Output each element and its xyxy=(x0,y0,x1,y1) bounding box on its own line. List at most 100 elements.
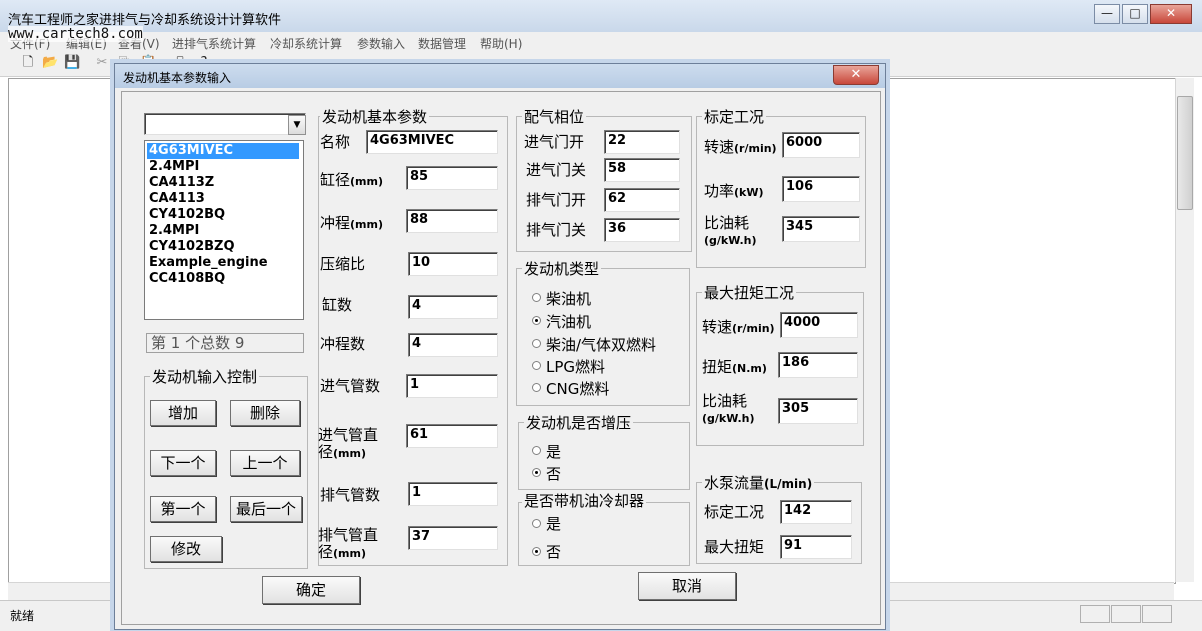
exhaust-count-label: 排气管数 xyxy=(320,486,381,504)
engine-type-option[interactable]: 汽油机 xyxy=(546,311,591,332)
engine-type-option[interactable]: LPG燃料 xyxy=(546,356,605,377)
rated-label: 标定工况 xyxy=(702,106,767,127)
list-item[interactable]: CY4102BZQ xyxy=(147,239,299,255)
open-folder-icon[interactable]: 📂 xyxy=(42,55,58,71)
list-item[interactable]: CA4113Z xyxy=(147,175,299,191)
pump-rated-field[interactable]: 142 xyxy=(780,500,852,524)
mt-speed-label: 转速(r/min) xyxy=(702,318,775,336)
engine-type-radio[interactable] xyxy=(532,361,541,370)
evc-label: 排气门关 xyxy=(526,221,587,239)
cancel-button[interactable]: 取消 xyxy=(638,572,736,600)
list-item[interactable]: 2.4MPI xyxy=(147,159,299,175)
watermark: www.cartech8.com xyxy=(8,26,143,42)
vertical-scroll-thumb[interactable] xyxy=(1177,96,1193,210)
status-cell xyxy=(1111,605,1141,623)
name-field[interactable]: 4G63MIVEC xyxy=(366,130,498,154)
new-file-icon[interactable]: 🗋 xyxy=(20,55,36,71)
rated-speed-label: 转速(r/min) xyxy=(704,138,777,156)
engine-type-option[interactable]: 柴油/气体双燃料 xyxy=(546,334,656,355)
status-cell xyxy=(1080,605,1110,623)
mt-speed-field[interactable]: 4000 xyxy=(780,312,858,338)
ivo-label: 进气门开 xyxy=(524,133,585,151)
menu-intake-exhaust[interactable]: 进排气系统计算 xyxy=(172,35,256,52)
evc-field[interactable]: 36 xyxy=(604,218,680,242)
oil-cooler-yes-label[interactable]: 是 xyxy=(546,513,561,534)
engine-params-dialog: 发动机基本参数输入 ✕ ▼ 4G63MIVEC 2.4MPI CA4113Z CA41… xyxy=(114,63,886,630)
next-button[interactable]: 下一个 xyxy=(150,450,216,476)
add-button[interactable]: 增加 xyxy=(150,400,216,426)
bore-field[interactable]: 85 xyxy=(406,166,498,190)
exhaust-count-field[interactable]: 1 xyxy=(408,482,498,506)
engine-type-radio[interactable] xyxy=(532,316,541,325)
prev-button[interactable]: 上一个 xyxy=(230,450,300,476)
ok-button[interactable]: 确定 xyxy=(262,576,360,604)
list-item[interactable]: CA4113 xyxy=(147,191,299,207)
menu-cooling[interactable]: 冷却系统计算 xyxy=(270,35,342,52)
mt-bsfc-field[interactable]: 305 xyxy=(778,398,858,424)
bore-label: 缸径(mm) xyxy=(320,171,383,189)
save-icon[interactable]: 💾 xyxy=(64,55,80,71)
delete-button[interactable]: 删除 xyxy=(230,400,300,426)
dialog-close-button[interactable]: ✕ xyxy=(833,65,879,85)
turbo-yes-radio[interactable] xyxy=(532,446,541,455)
cut-icon[interactable]: ✂ xyxy=(94,55,110,71)
list-item[interactable]: 4G63MIVEC xyxy=(147,143,299,159)
oil-cooler-label: 是否带机油冷却器 xyxy=(522,490,647,511)
close-button[interactable]: ✕ xyxy=(1150,4,1192,24)
engine-listbox[interactable]: 4G63MIVEC 2.4MPI CA4113Z CA4113 CY4102BQ 2.4M… xyxy=(144,140,304,320)
oil-cooler-yes-radio[interactable] xyxy=(532,519,541,528)
engine-type-option[interactable]: CNG燃料 xyxy=(546,378,609,399)
list-item[interactable]: CY4102BQ xyxy=(147,207,299,223)
cylinders-field[interactable]: 4 xyxy=(408,295,498,319)
rated-bsfc-unit: (g/kW.h) xyxy=(704,234,757,247)
menu-params[interactable]: 参数输入 xyxy=(357,35,405,52)
mt-bsfc-unit: (g/kW.h) xyxy=(702,412,755,425)
pump-max-field[interactable]: 91 xyxy=(780,535,852,559)
basic-params-label: 发动机基本参数 xyxy=(320,106,430,127)
ivc-label: 进气门关 xyxy=(526,161,587,179)
intake-count-label: 进气管数 xyxy=(320,377,381,395)
stroke-label: 冲程(mm) xyxy=(320,214,383,232)
pump-label: 水泵流量(L/min) xyxy=(702,472,815,493)
dialog-body: ▼ 4G63MIVEC 2.4MPI CA4113Z CA4113 CY4102BQ 2.… xyxy=(121,91,881,625)
menubar: 文件(F) 编辑(E) 查看(V) 进排气系统计算 冷却系统计算 参数输入 数据… xyxy=(0,32,1202,52)
engine-type-option[interactable]: 柴油机 xyxy=(546,288,591,309)
compression-ratio-field[interactable]: 10 xyxy=(408,252,498,276)
rated-bsfc-field[interactable]: 345 xyxy=(782,216,860,242)
engine-type-radio[interactable] xyxy=(532,339,541,348)
list-item[interactable]: Example_engine xyxy=(147,255,299,271)
list-item[interactable]: 2.4MPI xyxy=(147,223,299,239)
record-info: 第 1 个总数 9 xyxy=(146,333,304,353)
dialog-titlebar: 发动机基本参数输入 ✕ xyxy=(115,64,885,88)
stroke-count-label: 冲程数 xyxy=(320,335,366,353)
turbo-no-radio[interactable] xyxy=(532,468,541,477)
menu-data[interactable]: 数据管理 xyxy=(418,35,466,52)
chevron-down-icon[interactable]: ▼ xyxy=(288,115,306,135)
oil-cooler-no-radio[interactable] xyxy=(532,547,541,556)
exhaust-dia-field[interactable]: 37 xyxy=(408,526,498,550)
modify-button[interactable]: 修改 xyxy=(150,536,222,562)
mt-torque-field[interactable]: 186 xyxy=(778,352,858,378)
turbo-no-label[interactable]: 否 xyxy=(546,463,561,484)
first-button[interactable]: 第一个 xyxy=(150,496,216,522)
ivo-field[interactable]: 22 xyxy=(604,130,680,154)
last-button[interactable]: 最后一个 xyxy=(230,496,302,522)
minimize-button[interactable]: — xyxy=(1094,4,1120,24)
intake-count-field[interactable]: 1 xyxy=(406,374,498,398)
maximize-button[interactable]: □ xyxy=(1122,4,1148,24)
list-item[interactable]: CC4108BQ xyxy=(147,271,299,287)
turbo-yes-label[interactable]: 是 xyxy=(546,441,561,462)
engine-combo[interactable] xyxy=(144,113,306,135)
rated-speed-field[interactable]: 6000 xyxy=(782,132,860,158)
ivc-field[interactable]: 58 xyxy=(604,158,680,182)
engine-type-radio[interactable] xyxy=(532,383,541,392)
evo-field[interactable]: 62 xyxy=(604,188,680,212)
intake-dia-field[interactable]: 61 xyxy=(406,424,498,448)
max-torque-label: 最大扭矩工况 xyxy=(702,282,797,303)
stroke-count-field[interactable]: 4 xyxy=(408,333,498,357)
rated-power-field[interactable]: 106 xyxy=(782,176,860,202)
engine-type-radio[interactable] xyxy=(532,293,541,302)
menu-help[interactable]: 帮助(H) xyxy=(480,35,522,52)
oil-cooler-no-label[interactable]: 否 xyxy=(546,541,561,562)
stroke-field[interactable]: 88 xyxy=(406,209,498,233)
